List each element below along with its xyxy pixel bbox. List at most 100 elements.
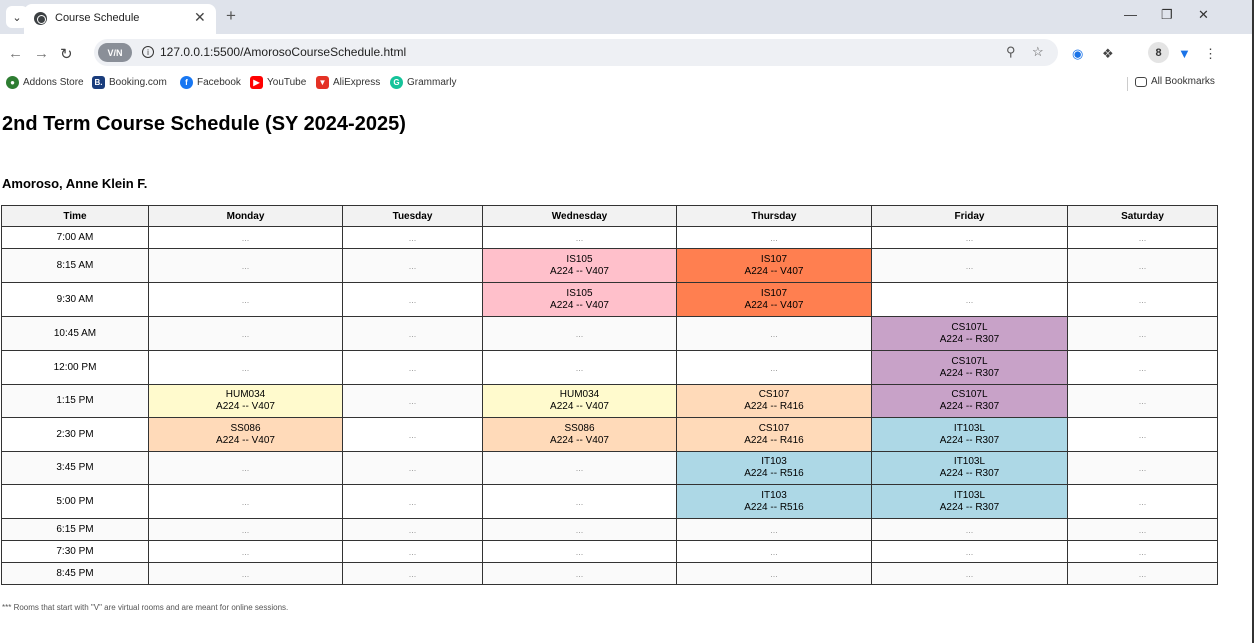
course-code: IT103L bbox=[953, 456, 986, 467]
empty-cell: ... bbox=[342, 518, 483, 541]
empty-cell: ... bbox=[482, 350, 677, 385]
address-bar[interactable]: V/N i 127.0.0.1:5500/AmorosoCourseSchedu… bbox=[94, 39, 1058, 66]
menu-kebab-icon[interactable]: ⋮ bbox=[1204, 46, 1217, 62]
course-room: A224 -- R307 bbox=[939, 434, 1000, 446]
empty-cell: ... bbox=[148, 350, 343, 385]
back-arrow-icon[interactable]: ← bbox=[8, 45, 23, 62]
all-bookmarks-label: All Bookmarks bbox=[1151, 76, 1215, 87]
empty-cell: ... bbox=[148, 451, 343, 485]
url-text[interactable]: 127.0.0.1:5500/AmorosoCourseSchedule.htm… bbox=[160, 45, 406, 59]
empty-cell: ... bbox=[148, 226, 343, 249]
restore-icon[interactable]: ❐ bbox=[1161, 7, 1173, 23]
course-code: IT103L bbox=[953, 489, 986, 501]
empty-cell: ... bbox=[482, 540, 677, 563]
course-code: IT103 bbox=[761, 456, 787, 467]
course-code: SS086 bbox=[564, 422, 595, 434]
course-cell: SS086 A224 -- V407 bbox=[482, 417, 677, 452]
minimize-icon[interactable]: — bbox=[1124, 7, 1137, 22]
empty-cell: ... bbox=[676, 562, 872, 585]
bookmark-label: Grammarly bbox=[407, 77, 457, 88]
zoom-icon[interactable]: ⚲ bbox=[1006, 44, 1016, 60]
time-slot: 8:45 PM bbox=[1, 562, 149, 585]
bookmark-star-icon[interactable]: ☆ bbox=[1032, 44, 1044, 60]
course-cell: SS086 A224 -- V407 bbox=[148, 417, 343, 452]
column-header-time: Time bbox=[1, 205, 149, 227]
empty-cell: ... bbox=[676, 226, 872, 249]
time-slot: 5:00 PM bbox=[1, 484, 149, 519]
empty-cell: ... bbox=[342, 484, 483, 519]
course-room: A224 -- R307 bbox=[939, 333, 1000, 345]
facebook-icon: f bbox=[180, 76, 193, 89]
reload-icon[interactable]: ↻ bbox=[60, 45, 73, 63]
course-room: A224 -- V407 bbox=[550, 401, 609, 412]
course-room: A224 -- R516 bbox=[744, 501, 804, 513]
student-name: Amoroso, Anne Klein F. bbox=[2, 176, 148, 191]
course-code: CS107 bbox=[758, 422, 790, 434]
time-slot: 12:00 PM bbox=[1, 350, 149, 385]
empty-cell: ... bbox=[148, 316, 343, 351]
site-info-icon[interactable]: i bbox=[142, 46, 154, 58]
course-code: HUM034 bbox=[225, 389, 266, 400]
empty-cell: ... bbox=[342, 248, 483, 283]
empty-cell: ... bbox=[342, 540, 483, 563]
forward-arrow-icon[interactable]: → bbox=[34, 45, 49, 62]
bookmark-addons-store[interactable]: ● Addons Store bbox=[6, 76, 84, 89]
security-shield-icon[interactable]: ▼ bbox=[1178, 46, 1191, 61]
profile-avatar[interactable]: 8 bbox=[1148, 42, 1169, 63]
empty-cell: ... bbox=[342, 384, 483, 418]
bookmark-label: AliExpress bbox=[333, 77, 381, 88]
empty-cell: ... bbox=[148, 518, 343, 541]
course-cell: IS107 A224 -- V407 bbox=[676, 282, 872, 317]
course-room: A224 -- V407 bbox=[744, 299, 804, 311]
extension-shield-icon[interactable]: ◉ bbox=[1072, 46, 1083, 62]
course-room: A224 -- R307 bbox=[939, 367, 1000, 379]
empty-cell: ... bbox=[1067, 484, 1218, 519]
empty-cell: ... bbox=[482, 451, 677, 485]
course-room: A224 -- V407 bbox=[550, 434, 609, 446]
empty-cell: ... bbox=[482, 226, 677, 249]
bookmark-label: YouTube bbox=[267, 77, 307, 88]
vpn-badge[interactable]: V/N bbox=[98, 43, 132, 62]
time-slot: 7:30 PM bbox=[1, 540, 149, 563]
youtube-icon: ▶ bbox=[250, 76, 263, 89]
new-tab-plus-icon[interactable]: + bbox=[226, 6, 236, 26]
bookmark-facebook[interactable]: f Facebook bbox=[180, 76, 241, 89]
close-tab-icon[interactable]: ✕ bbox=[194, 9, 206, 26]
tab-course-schedule[interactable]: Course Schedule ✕ bbox=[24, 4, 216, 34]
schedule-row: 8:45 PM.................. bbox=[1, 562, 1218, 585]
empty-cell: ... bbox=[148, 484, 343, 519]
empty-cell: ... bbox=[1067, 316, 1218, 351]
aliexpress-icon: ▼ bbox=[316, 76, 329, 89]
course-code: HUM034 bbox=[559, 389, 600, 400]
virtual-room-footnote: *** Rooms that start with "V" are virtua… bbox=[2, 603, 289, 612]
schedule-row: 5:00 PM......... IT103 A224 -- R516 IT103L A… bbox=[1, 484, 1218, 519]
schedule-row: 1:15 PM HUM034 A224 -- V407... HUM034 A224 -… bbox=[1, 384, 1218, 418]
empty-cell: ... bbox=[1067, 350, 1218, 385]
empty-cell: ... bbox=[342, 226, 483, 249]
empty-cell: ... bbox=[871, 248, 1068, 283]
course-cell: HUM034 A224 -- V407 bbox=[148, 384, 343, 418]
extensions-puzzle-icon[interactable]: ❖ bbox=[1102, 46, 1114, 62]
course-room: A224 -- R307 bbox=[939, 468, 1000, 479]
bookmark-grammarly[interactable]: G Grammarly bbox=[390, 76, 456, 89]
bookmark-booking[interactable]: B. Booking.com bbox=[92, 76, 167, 89]
time-slot: 10:45 AM bbox=[1, 316, 149, 351]
column-header-saturday: Saturday bbox=[1067, 205, 1218, 227]
all-bookmarks[interactable]: All Bookmarks bbox=[1135, 76, 1215, 87]
bookmark-aliexpress[interactable]: ▼ AliExpress bbox=[316, 76, 380, 89]
close-window-icon[interactable]: ✕ bbox=[1198, 7, 1209, 23]
course-room: A224 -- V407 bbox=[744, 265, 804, 277]
empty-cell: ... bbox=[1067, 248, 1218, 283]
empty-cell: ... bbox=[1067, 540, 1218, 563]
time-slot: 1:15 PM bbox=[1, 384, 149, 418]
empty-cell: ... bbox=[1067, 226, 1218, 249]
time-slot: 7:00 AM bbox=[1, 226, 149, 249]
course-room: A224 -- R416 bbox=[744, 434, 804, 446]
course-cell: IS105 A224 -- V407 bbox=[482, 282, 677, 317]
bookmark-label: Facebook bbox=[197, 77, 241, 88]
empty-cell: ... bbox=[1067, 417, 1218, 452]
course-code: IS107 bbox=[760, 287, 788, 299]
bookmark-youtube[interactable]: ▶ YouTube bbox=[250, 76, 306, 89]
globe-icon bbox=[34, 12, 47, 25]
course-room: A224 -- R416 bbox=[744, 401, 804, 412]
